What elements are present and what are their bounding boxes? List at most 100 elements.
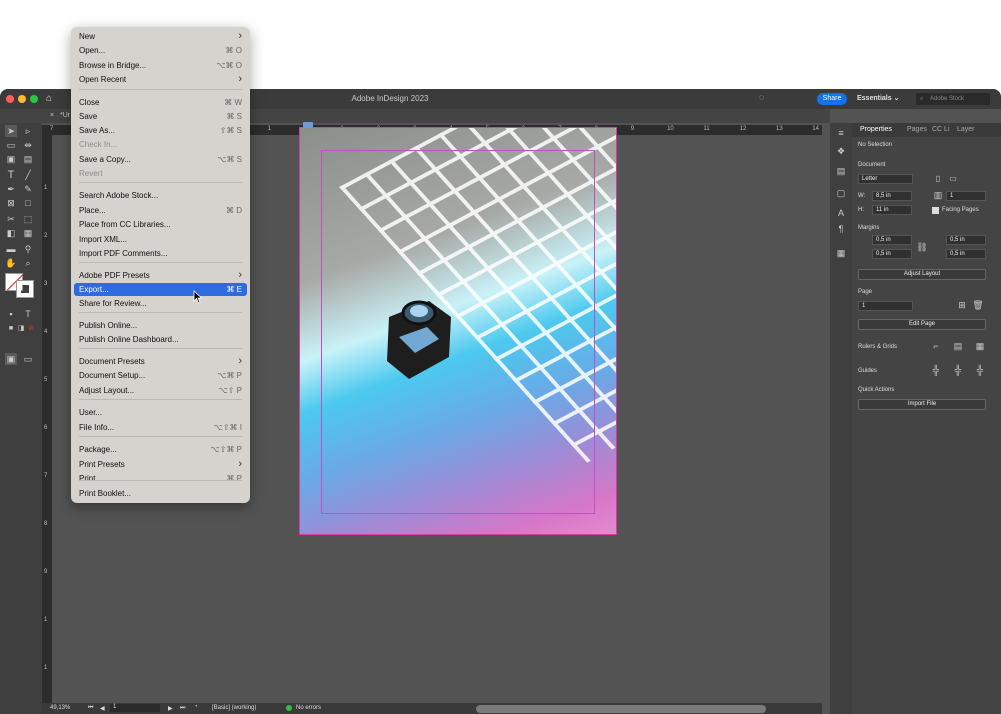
link-margins-icon[interactable]: ⛓ [916, 241, 928, 253]
pencil-tool-icon[interactable]: ✎ [22, 183, 34, 195]
links-icon[interactable]: ▤ [835, 165, 847, 177]
margin-right-field[interactable]: 0,5 in [946, 249, 986, 259]
content-collector-icon[interactable]: ▣ [5, 153, 17, 165]
menu-item-file-info[interactable]: File Info... ⌥⇧⌘ I [79, 421, 242, 434]
close-tab-icon[interactable]: × [50, 112, 54, 119]
menu-item-document-setup[interactable]: Document Setup... ⌥⌘ P [79, 369, 242, 382]
lightbulb-icon[interactable]: ◌ [759, 92, 764, 102]
page-frame-handle[interactable] [303, 122, 313, 128]
menu-item-save-as[interactable]: Save As... ⇧⌘ S [79, 124, 242, 137]
menu-item-print-booklet[interactable]: Print Booklet... [79, 487, 242, 500]
apply-none-icon[interactable]: ⊘ [25, 323, 37, 335]
tab-cc-libraries[interactable]: CC Li [932, 123, 950, 137]
swatches-icon[interactable]: ❖ [835, 145, 847, 157]
lock-guides-icon[interactable]: ╬ [952, 364, 964, 376]
preflight-profile-icon[interactable]: ◔ [194, 704, 198, 710]
menu-item-publish-online[interactable]: Publish Online... [79, 319, 242, 332]
type-tool-icon[interactable]: T [5, 169, 17, 181]
menu-item-adobe-pdf-presets[interactable]: Adobe PDF Presets › [79, 269, 242, 282]
menu-item-place[interactable]: Place... ⌘ D [79, 204, 242, 217]
prev-page-icon[interactable]: ◀ [100, 705, 105, 712]
zoom-tool-icon[interactable]: ⌕ [22, 257, 34, 269]
rectangle-frame-tool-icon[interactable]: ⊠ [5, 197, 17, 209]
document-preset-select[interactable]: Letter [858, 174, 913, 184]
horizontal-scrollbar[interactable] [476, 705, 766, 713]
margin-left-field[interactable]: 0,5 in [946, 235, 986, 245]
formatting-container-icon[interactable]: ▪ [5, 308, 17, 320]
facing-pages-checkbox[interactable] [932, 207, 939, 214]
normal-mode-icon[interactable]: ▣ [5, 353, 17, 365]
page-select[interactable]: 1 [858, 301, 913, 311]
hand-tool-icon[interactable]: ✋ [5, 257, 17, 269]
last-page-icon[interactable]: ⏭ [180, 705, 185, 712]
menu-item-share-for-review[interactable]: Share for Review... [79, 297, 242, 310]
first-page-icon[interactable]: ⏮ [88, 705, 93, 712]
margin-top-field[interactable]: 0,5 in [872, 235, 912, 245]
fill-stroke-swatch[interactable] [5, 273, 35, 298]
tab-pages[interactable]: Pages [907, 123, 927, 137]
adjust-layout-button[interactable]: Adjust Layout [858, 269, 986, 280]
menu-item-adjust-layout[interactable]: Adjust Layout... ⌥⇧ P [79, 384, 242, 397]
menu-item-search-adobe-stock[interactable]: Search Adobe Stock... [79, 189, 242, 202]
content-placer-icon[interactable]: ▤ [22, 153, 34, 165]
note-tool-icon[interactable]: ▬ [5, 243, 17, 255]
menu-item-open-recent[interactable]: Open Recent › [79, 73, 242, 86]
comments-icon[interactable]: ▢ [835, 187, 847, 199]
page-number-field[interactable]: 1 [110, 704, 160, 712]
free-transform-tool-icon[interactable]: ⬚ [22, 213, 34, 225]
formatting-text-icon[interactable]: T [22, 308, 34, 320]
zoom-level[interactable]: 49,13% [50, 705, 70, 711]
menu-item-save[interactable]: Save ⌘ S [79, 110, 242, 123]
paragraph-styles-icon[interactable]: ¶ [835, 223, 847, 235]
menu-item-place-from-cc-libraries[interactable]: Place from CC Libraries... [79, 218, 242, 231]
landscape-orientation-icon[interactable]: ▭ [947, 173, 959, 185]
gradient-feather-tool-icon[interactable]: ▦ [22, 227, 34, 239]
line-tool-icon[interactable]: ╱ [22, 169, 34, 181]
menu-item-print-presets[interactable]: Print Presets › [79, 458, 242, 471]
rectangle-tool-icon[interactable]: □ [22, 197, 34, 209]
width-field[interactable]: 8,5 in [872, 191, 912, 201]
portrait-orientation-icon[interactable]: ▯ [932, 173, 944, 185]
menu-item-publish-online-dashboard[interactable]: Publish Online Dashboard... [79, 333, 242, 346]
menu-item-open[interactable]: Open... ⌘ O [79, 44, 242, 57]
height-field[interactable]: 11 in [872, 205, 912, 215]
gradient-swatch-tool-icon[interactable]: ◧ [5, 227, 17, 239]
direct-selection-tool-icon[interactable]: ▹ [22, 125, 34, 137]
stroke-swatch[interactable] [16, 280, 34, 298]
menu-item-new[interactable]: New › [79, 30, 242, 43]
edit-page-button[interactable]: Edit Page [858, 319, 986, 330]
ruler-toggle-icon[interactable]: ⌐ [930, 340, 942, 352]
menu-item-browse-in-bridge[interactable]: Browse in Bridge... ⌥⌘ O [79, 59, 242, 72]
share-button[interactable]: Share [817, 93, 847, 105]
menu-item-user[interactable]: User... [79, 406, 242, 419]
adobe-stock-search[interactable]: ⌕ Adobe Stock [916, 93, 990, 105]
tab-layers[interactable]: Layer [957, 123, 975, 137]
menu-item-print[interactable]: Print... ⌘ P [79, 472, 242, 485]
character-styles-icon[interactable]: A [835, 207, 847, 219]
screen-mode-icon[interactable]: ▭ [22, 353, 34, 365]
preflight-errors[interactable]: No errors [296, 705, 321, 711]
selection-tool-icon[interactable]: ➤ [5, 125, 17, 137]
document-grid-icon[interactable]: ▦ [974, 340, 986, 352]
baseline-grid-icon[interactable]: ▤ [952, 340, 964, 352]
scissors-tool-icon[interactable]: ✂ [5, 213, 17, 225]
pages-count-field[interactable]: 1 [946, 191, 986, 201]
show-guides-icon[interactable]: ╬ [930, 364, 942, 376]
workspace-switcher[interactable]: Essentials ⌄ [857, 94, 899, 102]
next-page-icon[interactable]: ▶ [168, 705, 173, 712]
menu-item-import-pdf-comments[interactable]: Import PDF Comments... [79, 247, 242, 260]
collapse-panels-icon[interactable]: ≡ [835, 127, 847, 139]
import-file-button[interactable]: Import File [858, 399, 986, 410]
eyedropper-tool-icon[interactable]: ⚲ [22, 243, 34, 255]
margin-bottom-field[interactable]: 0,5 in [872, 249, 912, 259]
tab-properties[interactable]: Properties [860, 123, 892, 137]
cc-libraries-icon[interactable]: ▦ [835, 247, 847, 259]
menu-item-import-xml[interactable]: Import XML... [79, 233, 242, 246]
preflight-profile[interactable]: [Basic] (working) [212, 705, 256, 711]
menu-item-document-presets[interactable]: Document Presets › [79, 355, 242, 368]
menu-item-export[interactable]: Export... ⌘ E [74, 283, 247, 296]
document-tab[interactable]: *Ur [60, 112, 70, 119]
menu-item-package[interactable]: Package... ⌥⇧⌘ P [79, 443, 242, 456]
page-tool-icon[interactable]: ▭ [5, 139, 17, 151]
pen-tool-icon[interactable]: ✒ [5, 183, 17, 195]
